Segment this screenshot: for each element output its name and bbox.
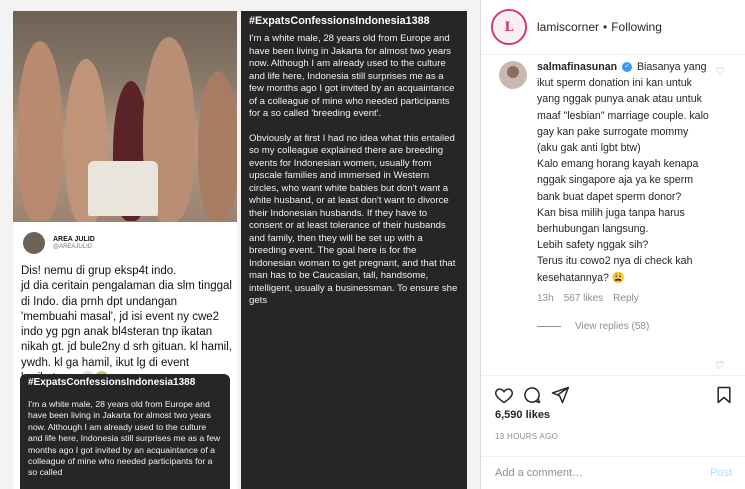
commenter-username[interactable]: salmafinasunan [537, 61, 617, 73]
comment-input[interactable] [495, 467, 710, 479]
comment-time: 13h [537, 293, 554, 304]
confession-title: #ExpatsConfessionsIndonesia1388 [28, 377, 196, 388]
profile-avatar[interactable]: L [491, 9, 527, 45]
comment-bubble-icon[interactable] [521, 384, 543, 406]
comment-line-2: Kalo emang horang kayah kenapa nggak sin… [537, 158, 699, 203]
save-bookmark-icon[interactable] [713, 384, 735, 406]
comment-like-heart-icon[interactable]: ♡ [715, 65, 725, 78]
view-replies-button[interactable]: View replies (58) [537, 321, 649, 332]
separator-dot: • [603, 20, 608, 34]
replies-divider [537, 326, 561, 327]
comment-meta: 13h 567 likes Reply [537, 293, 639, 304]
cake-image [88, 161, 158, 216]
tweet-avatar [23, 232, 45, 254]
comment-reply-button[interactable]: Reply [613, 293, 639, 304]
share-send-icon[interactable] [549, 384, 571, 406]
confession-title: #ExpatsConfessionsIndonesia1388 [249, 15, 430, 27]
view-replies-label: View replies (58) [575, 321, 650, 332]
post-header: L lamiscorner • Following [481, 0, 745, 55]
post-media[interactable]: AREA JULID @AREAJULID Dis! nemu di grup … [0, 0, 480, 489]
action-bar [481, 375, 745, 409]
post-comment-button[interactable]: Post [710, 467, 732, 479]
post-timestamp: 13 HOURS AGO [495, 432, 559, 441]
comment-line-5: Terus itu cowo2 nya di check kah kesehat… [537, 255, 693, 284]
confession-card-small: #ExpatsConfessionsIndonesia1388 I'm a wh… [20, 374, 230, 489]
comment-line-4: Lebih safety nggak sih? [537, 239, 649, 252]
comment-likes[interactable]: 567 likes [564, 293, 603, 304]
follow-status-button[interactable]: Following [611, 20, 662, 34]
commenter-avatar[interactable] [499, 61, 527, 89]
verified-badge-icon: ✓ [622, 62, 633, 73]
tweet-name: AREA JULID [53, 236, 95, 243]
comment-composer: Post [481, 456, 745, 489]
post-side-panel: L lamiscorner • Following salmafinasunan… [480, 0, 745, 489]
confession-card-large: #ExpatsConfessionsIndonesia1388 I'm a wh… [241, 11, 467, 489]
post-likes-count[interactable]: 6,590 likes [495, 409, 550, 421]
brand-logo-icon: L [495, 13, 523, 41]
confession-paragraph-2: Obviously at first I had no idea what th… [249, 132, 458, 307]
post-photo [13, 11, 237, 222]
tweet-handle: @AREAJULID [53, 244, 93, 250]
comment-body: salmafinasunan ✓ Biasanya yang ikut sper… [537, 59, 709, 286]
confession-paragraph-1: I'm a white male, 28 years old from Euro… [249, 33, 455, 119]
confession-text: I'm a white male, 28 years old from Euro… [28, 399, 221, 478]
tweet-text: Dis! nemu di grup eksp4t indo. jd dia ce… [21, 265, 232, 384]
comment-line-1: Biasanya yang ikut sperm donation ini ka… [537, 61, 709, 155]
comment-item: salmafinasunan ✓ Biasanya yang ikut sper… [481, 55, 745, 375]
profile-username[interactable]: lamiscorner [537, 20, 599, 34]
comment-line-3: Kan bisa milih juga tanpa harus berhubun… [537, 206, 685, 236]
next-comment-heart-icon[interactable]: ♡ [715, 359, 725, 372]
like-heart-icon[interactable] [493, 384, 515, 406]
